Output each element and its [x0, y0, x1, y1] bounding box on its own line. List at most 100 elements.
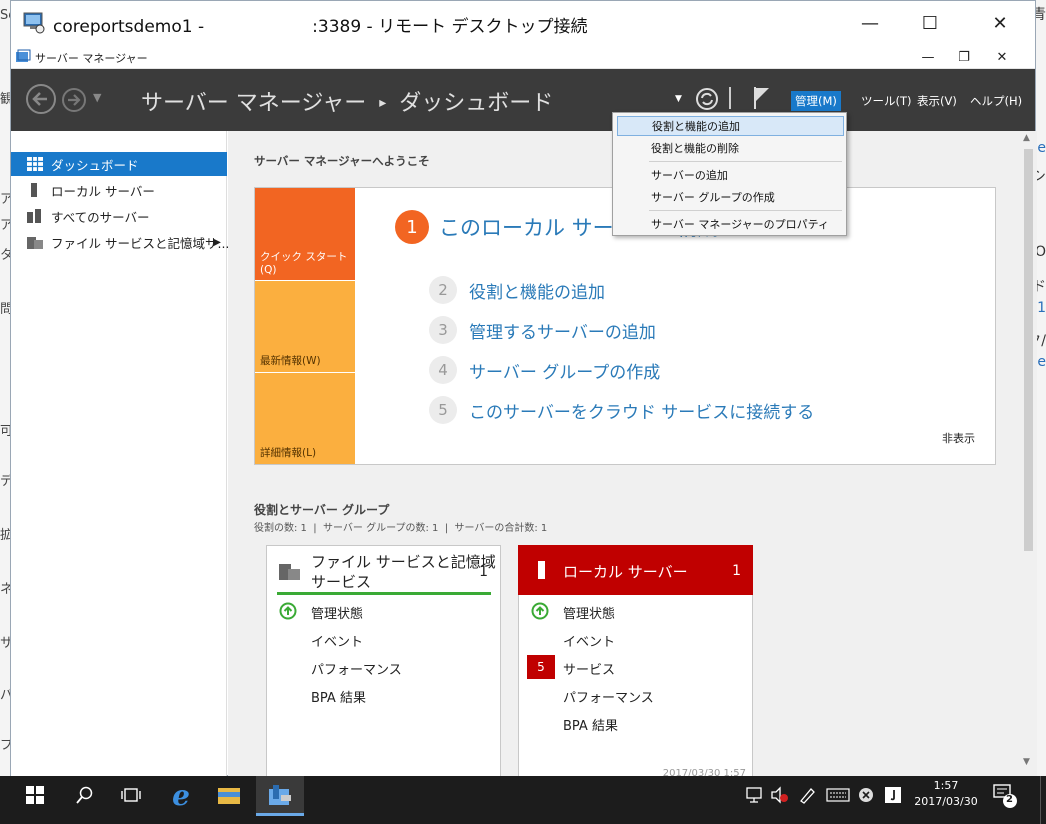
menu-view[interactable]: 表示(V): [913, 91, 961, 111]
close-circle-icon[interactable]: [858, 787, 874, 803]
forward-arrow-icon[interactable]: [61, 87, 87, 113]
header-bar: ▼ サーバー マネージャー ▸ ダッシュボード ▼ 管理(M) ツール(T) 表…: [11, 69, 1035, 131]
menu-item-create-group[interactable]: サーバー グループの作成: [617, 187, 844, 207]
vertical-scrollbar[interactable]: ▲ ▼: [1020, 131, 1037, 777]
breadcrumb-separator: ▸: [379, 95, 387, 111]
breadcrumb-root[interactable]: サーバー マネージャー: [141, 91, 366, 116]
card-row-events[interactable]: イベント: [311, 631, 363, 650]
server-manager-icon: [269, 784, 291, 805]
card-title: ファイル サービスと記憶域 サービス: [311, 552, 496, 592]
card-row-performance[interactable]: パフォーマンス: [563, 687, 654, 706]
tile-label: 最新情報(W): [260, 355, 321, 367]
step-label: サーバー グループの作成: [469, 362, 661, 383]
rdp-title: coreportsdemo1 - :3389 - リモート デスクトップ接続: [53, 17, 588, 37]
server-manager-icon: [16, 49, 31, 62]
refresh-dropdown-icon[interactable]: ▼: [675, 94, 682, 104]
menu-item-add-servers[interactable]: サーバーの追加: [617, 165, 844, 185]
step-number: 1: [395, 210, 429, 244]
card-row-events[interactable]: イベント: [563, 631, 615, 650]
keyboard-icon[interactable]: [826, 788, 850, 802]
scroll-up-icon[interactable]: ▲: [1023, 133, 1030, 143]
card-row-manageability[interactable]: 管理状態: [311, 603, 363, 622]
folder-icon: [27, 237, 43, 249]
server-manager-title: サーバー マネージャー: [35, 52, 148, 65]
server-icon: [538, 561, 545, 579]
close-button[interactable]: ✕: [977, 1, 1023, 45]
status-ok-icon: [279, 602, 297, 620]
sidebar-item-file-services[interactable]: ファイル サービスと記憶域サ... ▶: [11, 230, 229, 254]
card-row-bpa[interactable]: BPA 結果: [563, 715, 618, 734]
flag-icon[interactable]: [751, 85, 773, 111]
header-divider: [729, 87, 731, 109]
sidebar-item-label: すべてのサーバー: [51, 209, 150, 225]
sidebar-item-all-servers[interactable]: すべてのサーバー: [11, 204, 227, 228]
sidebar-item-label: ダッシュボード: [51, 157, 139, 173]
role-card-file-services[interactable]: ファイル サービスと記憶域 サービス 1 管理状態 イベント パフォーマンス B…: [266, 545, 501, 785]
sm-close-button[interactable]: ✕: [985, 45, 1019, 69]
notification-icon[interactable]: [992, 783, 1018, 809]
sm-restore-button[interactable]: ❐: [947, 45, 981, 69]
ime-icon[interactable]: [884, 786, 902, 804]
step-connect-cloud[interactable]: 5 このサーバーをクラウド サービスに接続する: [429, 396, 814, 424]
step-label: このサーバーをクラウド サービスに接続する: [469, 402, 815, 423]
tile-quick-start[interactable]: クイック スタート(Q): [255, 188, 355, 280]
sm-minimize-button[interactable]: —: [911, 45, 945, 69]
edge-button[interactable]: e: [158, 776, 204, 814]
step-add-roles[interactable]: 2 役割と機能の追加: [429, 276, 605, 304]
history-dropdown-icon[interactable]: ▼: [93, 91, 101, 104]
minimize-button[interactable]: —: [847, 1, 893, 45]
folder-icon: [279, 564, 300, 580]
card-row-performance[interactable]: パフォーマンス: [311, 659, 402, 678]
volume-muted-icon[interactable]: [770, 786, 788, 804]
step-number: 4: [429, 356, 457, 384]
expand-arrow-icon[interactable]: ▶: [213, 237, 221, 248]
tile-whats-new[interactable]: 最新情報(W): [255, 281, 355, 372]
server-manager-taskbar-button[interactable]: [256, 776, 304, 816]
card-row-services[interactable]: サービス: [563, 659, 615, 678]
back-arrow-icon[interactable]: [25, 83, 57, 115]
step-create-group[interactable]: 4 サーバー グループの作成: [429, 356, 660, 384]
hide-link[interactable]: 非表示: [942, 430, 975, 446]
show-desktop-button[interactable]: [1040, 776, 1046, 824]
tile-learn-more[interactable]: 詳細情報(L): [255, 373, 355, 464]
menu-manage[interactable]: 管理(M): [791, 91, 841, 111]
tile-label: 詳細情報(L): [260, 447, 317, 459]
network-icon[interactable]: [746, 787, 764, 803]
scroll-down-icon[interactable]: ▼: [1023, 757, 1030, 767]
scrollbar-thumb[interactable]: [1024, 149, 1033, 551]
tile-label: クイック スタート(Q): [260, 251, 348, 276]
clock[interactable]: 1:57 2017/03/30: [906, 776, 986, 810]
pen-icon[interactable]: [798, 786, 816, 804]
refresh-icon[interactable]: [695, 87, 719, 111]
maximize-button[interactable]: ☐: [907, 1, 953, 45]
server-manager-title-bar[interactable]: サーバー マネージャー — ❐ ✕: [11, 45, 1035, 69]
bg-text: 1: [1037, 300, 1046, 316]
sidebar-item-dashboard[interactable]: ダッシュボード: [11, 152, 227, 176]
menu-item-add-roles[interactable]: 役割と機能の追加: [617, 116, 844, 136]
remote-desktop-window: coreportsdemo1 - :3389 - リモート デスクトップ接続 —…: [10, 0, 1037, 785]
task-view-button[interactable]: [108, 776, 154, 814]
menu-item-properties[interactable]: サーバー マネージャーのプロパティ: [617, 214, 844, 234]
roles-section-title: 役割とサーバー グループ: [254, 503, 390, 517]
step-add-servers[interactable]: 3 管理するサーバーの追加: [429, 316, 656, 344]
clock-date: 2017/03/30: [914, 795, 978, 808]
search-button[interactable]: [62, 776, 108, 814]
step-number: 2: [429, 276, 457, 304]
taskbar: e 1:57 2017/03/30 2: [0, 776, 1046, 824]
menu-help[interactable]: ヘルプ(H): [966, 91, 1026, 111]
sidebar-item-local-server[interactable]: ローカル サーバー: [11, 178, 227, 202]
task-view-icon: [121, 788, 141, 802]
rdp-title-bar[interactable]: coreportsdemo1 - :3389 - リモート デスクトップ接続 —…: [11, 1, 1035, 45]
manage-menu: 役割と機能の追加 役割と機能の削除 サーバーの追加 サーバー グループの作成 サ…: [612, 112, 847, 236]
start-button[interactable]: [12, 776, 58, 814]
role-card-local-server[interactable]: ローカル サーバー 1 管理状態 イベント 5 サービス パフォーマンス BPA…: [518, 545, 753, 785]
step-number: 5: [429, 396, 457, 424]
dashboard-icon: [27, 157, 43, 171]
file-explorer-button[interactable]: [206, 776, 252, 814]
menu-tools[interactable]: ツール(T): [857, 91, 916, 111]
page-title: ダッシュボード: [399, 91, 554, 116]
card-row-bpa[interactable]: BPA 結果: [311, 687, 366, 706]
sidebar-item-label: ローカル サーバー: [51, 183, 155, 199]
menu-item-remove-roles[interactable]: 役割と機能の削除: [617, 138, 844, 158]
card-row-manageability[interactable]: 管理状態: [563, 603, 615, 622]
